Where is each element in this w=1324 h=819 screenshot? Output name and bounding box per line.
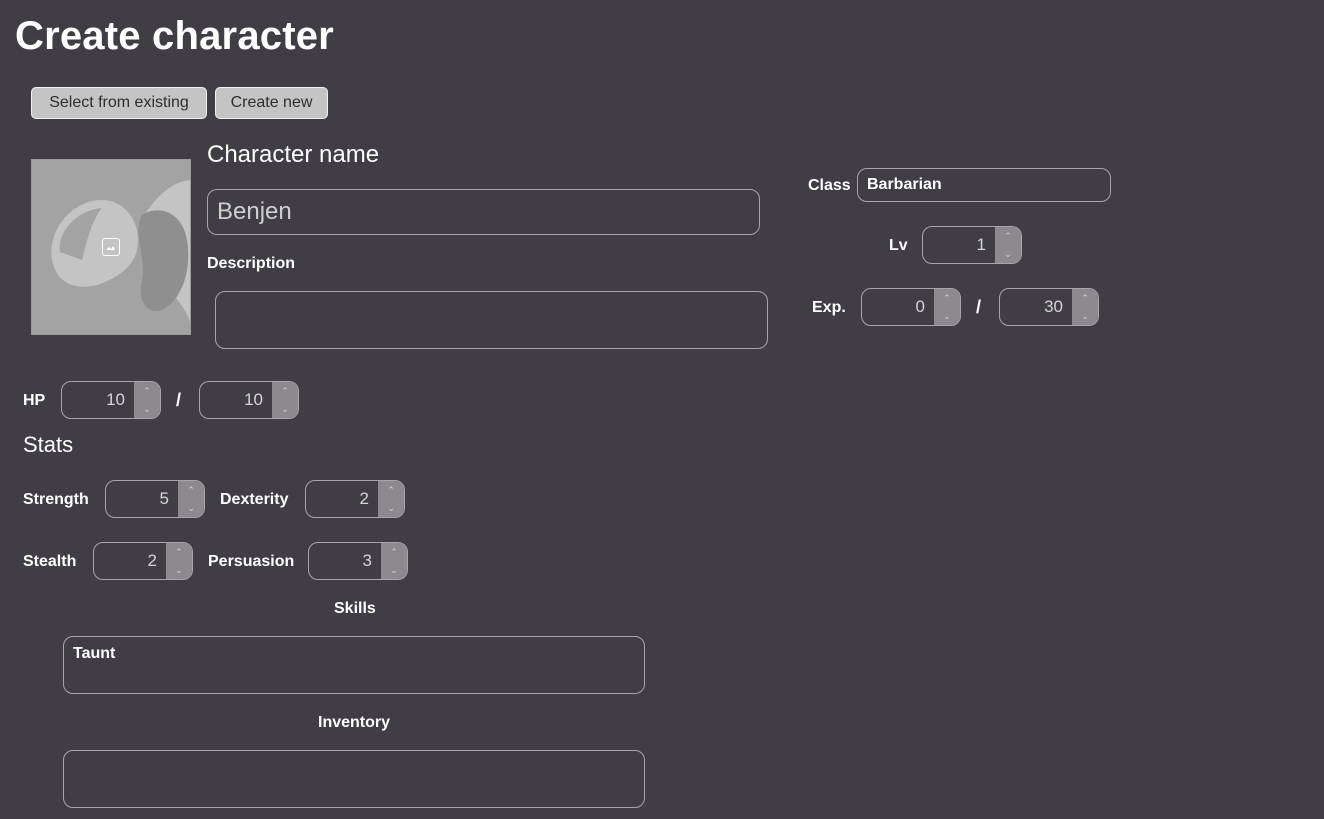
skills-value[interactable]: Taunt — [73, 645, 115, 663]
character-name-input[interactable]: Benjen — [207, 189, 760, 235]
persuasion-label: Persuasion — [208, 553, 295, 570]
strength-spinner-arrows[interactable]: ⌃ ⌄ — [178, 481, 204, 517]
description-input[interactable] — [215, 291, 768, 349]
level-spinner-arrows[interactable]: ⌃ ⌄ — [995, 227, 1021, 263]
chevron-down-icon[interactable]: ⌄ — [166, 561, 192, 579]
description-label: Description — [207, 255, 296, 272]
create-new-button[interactable]: Create new — [215, 87, 328, 119]
chevron-down-icon[interactable]: ⌄ — [934, 307, 960, 325]
hp-separator: / — [176, 390, 182, 410]
hp-max-spinner[interactable]: 10 ⌃ ⌄ — [199, 381, 299, 419]
chevron-down-icon[interactable]: ⌄ — [995, 245, 1021, 263]
chevron-up-icon[interactable]: ⌃ — [272, 382, 298, 400]
persuasion-spinner[interactable]: 3 ⌃ ⌄ — [308, 542, 408, 580]
page-title: Create character — [15, 14, 334, 58]
chevron-up-icon[interactable]: ⌃ — [381, 543, 407, 561]
inventory-input[interactable] — [63, 750, 645, 808]
exp-current-spinner-arrows[interactable]: ⌃ ⌄ — [934, 289, 960, 325]
hp-max-spinner-arrows[interactable]: ⌃ ⌄ — [272, 382, 298, 418]
stealth-value[interactable]: 2 — [94, 543, 165, 579]
exp-separator: / — [976, 297, 982, 317]
persuasion-value[interactable]: 3 — [309, 543, 380, 579]
skills-label: Skills — [334, 600, 376, 617]
dexterity-spinner[interactable]: 2 ⌃ ⌄ — [305, 480, 405, 518]
chevron-up-icon[interactable]: ⌃ — [134, 382, 160, 400]
chevron-up-icon[interactable]: ⌃ — [166, 543, 192, 561]
stealth-label: Stealth — [23, 553, 77, 570]
class-label: Class — [808, 177, 851, 194]
chevron-up-icon[interactable]: ⌃ — [178, 481, 204, 499]
strength-spinner[interactable]: 5 ⌃ ⌄ — [105, 480, 205, 518]
exp-current-spinner[interactable]: 0 ⌃ ⌄ — [861, 288, 961, 326]
chevron-up-icon[interactable]: ⌃ — [934, 289, 960, 307]
hp-label: HP — [23, 392, 46, 409]
hp-max-value[interactable]: 10 — [200, 382, 271, 418]
chevron-up-icon[interactable]: ⌃ — [1072, 289, 1098, 307]
class-input[interactable]: Barbarian — [857, 168, 1111, 202]
strength-value[interactable]: 5 — [106, 481, 177, 517]
select-from-existing-button[interactable]: Select from existing — [31, 87, 207, 119]
exp-label: Exp. — [812, 299, 846, 316]
stats-heading: Stats — [23, 432, 74, 457]
chevron-down-icon[interactable]: ⌄ — [378, 499, 404, 517]
hp-current-spinner-arrows[interactable]: ⌃ ⌄ — [134, 382, 160, 418]
hp-current-value[interactable]: 10 — [62, 382, 133, 418]
chevron-up-icon[interactable]: ⌃ — [378, 481, 404, 499]
stealth-spinner-arrows[interactable]: ⌃ ⌄ — [166, 543, 192, 579]
hp-current-spinner[interactable]: 10 ⌃ ⌄ — [61, 381, 161, 419]
chevron-down-icon[interactable]: ⌄ — [272, 400, 298, 418]
skills-input[interactable]: Taunt — [63, 636, 645, 694]
chevron-down-icon[interactable]: ⌄ — [178, 499, 204, 517]
stealth-spinner[interactable]: 2 ⌃ ⌄ — [93, 542, 193, 580]
character-portrait[interactable] — [31, 159, 191, 335]
dexterity-label: Dexterity — [220, 491, 289, 508]
chevron-down-icon[interactable]: ⌄ — [134, 400, 160, 418]
dexterity-value[interactable]: 2 — [306, 481, 377, 517]
exp-max-value[interactable]: 30 — [1000, 289, 1071, 325]
inventory-label: Inventory — [318, 714, 391, 731]
exp-max-spinner[interactable]: 30 ⌃ ⌄ — [999, 288, 1099, 326]
exp-max-spinner-arrows[interactable]: ⌃ ⌄ — [1072, 289, 1098, 325]
chevron-up-icon[interactable]: ⌃ — [995, 227, 1021, 245]
strength-label: Strength — [23, 491, 89, 508]
image-placeholder-icon — [102, 238, 120, 256]
character-name-label: Character name — [207, 141, 380, 168]
chevron-down-icon[interactable]: ⌄ — [1072, 307, 1098, 325]
level-label: Lv — [889, 237, 908, 254]
exp-current-value[interactable]: 0 — [862, 289, 933, 325]
level-value[interactable]: 1 — [923, 227, 994, 263]
persuasion-spinner-arrows[interactable]: ⌃ ⌄ — [381, 543, 407, 579]
dexterity-spinner-arrows[interactable]: ⌃ ⌄ — [378, 481, 404, 517]
level-spinner[interactable]: 1 ⌃ ⌄ — [922, 226, 1022, 264]
chevron-down-icon[interactable]: ⌄ — [381, 561, 407, 579]
